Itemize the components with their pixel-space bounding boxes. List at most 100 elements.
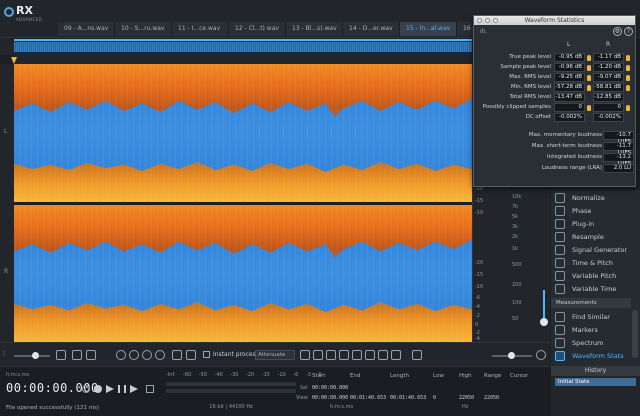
locate-pin-icon[interactable] bbox=[587, 85, 591, 91]
instant-process-checkbox[interactable] bbox=[203, 351, 210, 358]
module-resample[interactable]: Resample bbox=[555, 231, 604, 243]
waveform-display[interactable] bbox=[14, 64, 472, 342]
locate-pin-icon[interactable] bbox=[626, 55, 630, 61]
db-tick: 0 bbox=[475, 322, 479, 328]
hand-tool-icon[interactable] bbox=[172, 350, 182, 360]
frequency-selection-icon[interactable] bbox=[313, 350, 323, 360]
file-tab-active[interactable]: 15 - In...al.wav bbox=[400, 22, 457, 36]
module-variable-pitch[interactable]: Variable Pitch bbox=[555, 270, 616, 282]
zoom-fit-icon[interactable] bbox=[155, 350, 165, 360]
horizontal-zoom-knob[interactable] bbox=[508, 352, 515, 359]
minimize-window-icon[interactable] bbox=[485, 18, 490, 23]
stats-value-right: -1.20 dB bbox=[593, 63, 624, 72]
channel-labels: L R bbox=[0, 64, 14, 342]
view-range-value[interactable]: 22050 bbox=[484, 395, 499, 401]
loop-icon[interactable] bbox=[82, 385, 90, 393]
magic-wand-icon[interactable] bbox=[365, 350, 375, 360]
locate-pin-icon[interactable] bbox=[626, 75, 630, 81]
view-start-value[interactable]: 00:00:00.000 bbox=[312, 395, 348, 401]
module-normalize[interactable]: Normalize bbox=[555, 192, 605, 204]
sel-start-value[interactable]: 00:00:00.000 bbox=[312, 385, 348, 391]
spectrogram-blend-slider[interactable] bbox=[14, 352, 50, 359]
file-tab[interactable]: 14 - D...er.wav bbox=[343, 22, 400, 36]
history-item[interactable]: Initial State bbox=[555, 378, 636, 386]
view-low-value[interactable]: 0 bbox=[433, 395, 436, 401]
file-tab[interactable]: 12 - Cl...t).wav bbox=[229, 22, 286, 36]
zoom-selection-icon[interactable] bbox=[142, 350, 152, 360]
snap-icon[interactable] bbox=[86, 350, 96, 360]
pencil-icon[interactable] bbox=[391, 350, 401, 360]
record-icon[interactable] bbox=[94, 385, 102, 393]
harmonic-selection-icon[interactable] bbox=[378, 350, 388, 360]
locate-pin-icon[interactable] bbox=[587, 65, 591, 71]
module-plug-in[interactable]: Plug-in bbox=[555, 218, 594, 230]
spectrogram-settings-icon[interactable] bbox=[56, 350, 66, 360]
brush-icon[interactable] bbox=[352, 350, 362, 360]
view-length-value[interactable]: 00:01:40.653 bbox=[390, 395, 426, 401]
time-selection-icon[interactable] bbox=[300, 350, 310, 360]
lasso-icon[interactable] bbox=[339, 350, 349, 360]
grid-icon[interactable] bbox=[72, 350, 82, 360]
loudness-value: -11.7 LUFS bbox=[603, 142, 634, 156]
module-find-similar[interactable]: Find Similar bbox=[555, 311, 610, 323]
history-header[interactable]: History bbox=[551, 366, 640, 376]
module-spectrum[interactable]: Spectrum bbox=[555, 337, 604, 349]
stats-value-left: -57.28 dB bbox=[554, 83, 585, 92]
module-time-pitch[interactable]: Time & Pitch bbox=[555, 257, 613, 269]
settings-gear-icon[interactable]: ⚙ bbox=[613, 27, 622, 36]
locate-pin-icon[interactable] bbox=[587, 75, 591, 81]
monitor-icon[interactable] bbox=[146, 385, 154, 393]
horizontal-zoom-slider[interactable] bbox=[492, 352, 532, 359]
module-markers[interactable]: Markers bbox=[555, 324, 598, 336]
waveform-view-icon[interactable]: ⫶ bbox=[3, 350, 13, 360]
zoom-window-icon[interactable] bbox=[493, 18, 498, 23]
db-tick: -20 bbox=[475, 260, 484, 266]
file-tab[interactable]: 13 - Bl...s).wav bbox=[286, 22, 343, 36]
close-window-icon[interactable] bbox=[477, 18, 482, 23]
locate-pin-icon[interactable] bbox=[626, 65, 630, 71]
file-tab[interactable]: 10 - S...ru.wav bbox=[115, 22, 172, 36]
play-icon[interactable] bbox=[106, 385, 114, 393]
vertical-zoom-knob[interactable] bbox=[540, 318, 548, 326]
stats-value-left: -0.002% bbox=[554, 113, 585, 122]
view-high-value[interactable]: 22050 bbox=[459, 395, 474, 401]
panel-scrollbar[interactable] bbox=[632, 310, 638, 358]
pause-icon[interactable] bbox=[118, 385, 126, 393]
variable-time-icon bbox=[555, 284, 565, 294]
module-waveform-stats[interactable]: Waveform Stats bbox=[555, 350, 624, 362]
playback-icon[interactable] bbox=[186, 350, 196, 360]
zoom-reset-icon[interactable] bbox=[536, 350, 546, 360]
zoom-in-icon[interactable] bbox=[116, 350, 126, 360]
file-tab[interactable]: 09 - A...ns.wav bbox=[58, 22, 115, 36]
hz-tick: 2k bbox=[512, 234, 519, 240]
module-phase[interactable]: Phase bbox=[555, 205, 591, 217]
stats-titlebar[interactable]: Waveform Statistics bbox=[474, 16, 635, 25]
stats-value-left: -9.25 dB bbox=[554, 73, 585, 82]
skip-forward-icon[interactable] bbox=[130, 385, 138, 393]
meter-scale: -Inf. -60 -50 -40 -30 -20 -15 -10 -6 -3 … bbox=[166, 372, 322, 378]
stats-row: DC offset -0.002% -0.002% bbox=[474, 113, 637, 122]
locate-pin-icon[interactable] bbox=[587, 55, 591, 61]
instant-process-toggle[interactable]: Instant process bbox=[203, 351, 259, 358]
stats-value-right: -1.17 dB bbox=[593, 53, 624, 62]
locate-pin-icon[interactable] bbox=[626, 85, 630, 91]
vertical-zoom[interactable] bbox=[538, 190, 550, 342]
box-selection-icon[interactable] bbox=[326, 350, 336, 360]
zoom-out-icon[interactable] bbox=[129, 350, 139, 360]
module-variable-time[interactable]: Variable Time bbox=[555, 283, 616, 295]
time-ruler[interactable] bbox=[14, 55, 472, 64]
blend-slider-knob[interactable] bbox=[32, 352, 39, 359]
measurements-header[interactable]: Measurements bbox=[551, 298, 631, 308]
draw-curve-icon[interactable] bbox=[412, 350, 422, 360]
module-signal-generator[interactable]: Signal Generator bbox=[555, 244, 627, 256]
view-end-value[interactable]: 00:01:40.653 bbox=[350, 395, 386, 401]
waveform-overview[interactable] bbox=[14, 39, 472, 55]
time-format-label[interactable]: h:m:s.ms bbox=[6, 372, 29, 378]
instant-process-mode-select[interactable]: Attenuate bbox=[255, 350, 295, 360]
help-icon[interactable]: ? bbox=[624, 27, 633, 36]
channel-right-label: R bbox=[4, 268, 9, 275]
locate-pin-icon[interactable] bbox=[587, 105, 591, 111]
phase-icon bbox=[555, 206, 565, 216]
locate-pin-icon[interactable] bbox=[626, 105, 630, 111]
file-tab[interactable]: 11 - I...ce.wav bbox=[172, 22, 229, 36]
